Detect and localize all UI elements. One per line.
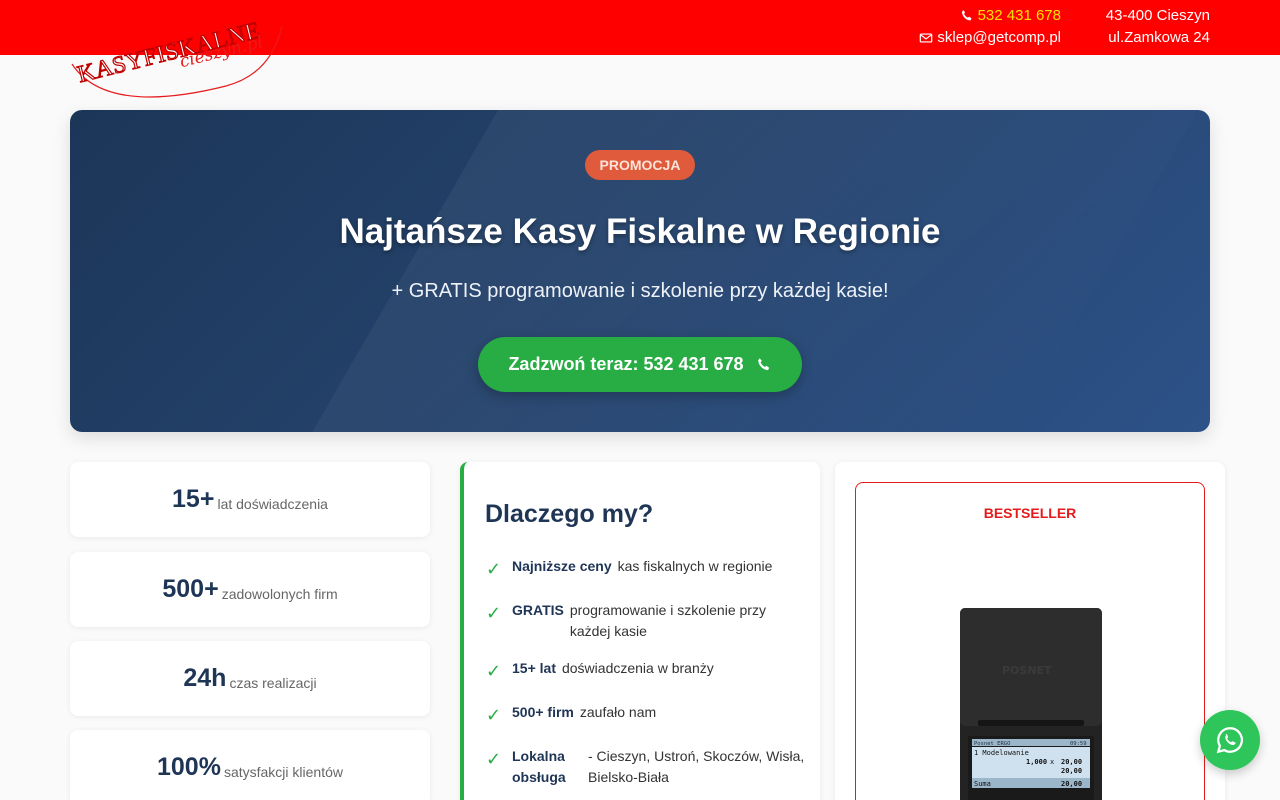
phone-icon (757, 357, 769, 370)
screen-price: 20,00 (1061, 758, 1082, 766)
email-address: sklep@getcomp.pl (937, 29, 1061, 46)
check-icon: ✓ (486, 603, 502, 623)
list-item: ✓ Najniższe ceny kas fiskalnych w region… (486, 556, 806, 580)
stat-number: 15+ (172, 485, 215, 513)
phone-link[interactable]: 532 431 678 (919, 5, 1061, 27)
screen-line1: 1 Modelowanie (974, 749, 1029, 757)
stat-card: 24h czas realizacji (70, 641, 430, 716)
product-image[interactable]: POSNET Posnet ERGO 09:59 1 Modelowanie 1… (960, 608, 1102, 800)
list-item: ✓ GRATIS programowanie i szkolenie przy … (486, 600, 806, 642)
stat-label: satysfakcji klientów (223, 763, 343, 780)
list-item: ✓ 15+ lat doświadczenia w branży (486, 658, 806, 682)
printer-brand: POSNET (1002, 664, 1052, 677)
address-city: 43-400 Cieszyn (1105, 7, 1210, 24)
list-item-text: doświadczenia w branży (561, 660, 714, 676)
address-street: ul.Zamkowa 24 (1108, 29, 1210, 46)
bestseller-badge: BESTSELLER (983, 505, 1077, 521)
hero-title: Najtańsze Kasy Fiskalne w Regionie (339, 212, 941, 251)
list-item: ✓ Lokalna obsługa - Cieszyn, Ustroń, Sko… (486, 746, 806, 788)
check-icon: ✓ (486, 559, 502, 579)
list-item-text: kas fiskalnych w regionie (617, 558, 773, 574)
stat-card: 100% satysfakcji klientów (70, 730, 430, 800)
screen-time: 09:59 (1070, 741, 1087, 747)
stat-card: 500+ zadowolonych firm (70, 552, 430, 627)
whatsapp-icon (1216, 727, 1244, 754)
stat-label: czas realizacji (229, 674, 317, 691)
screen-qty: 1,000 (1026, 758, 1047, 766)
envelope-icon (920, 33, 933, 43)
stat-number: 500+ (162, 575, 219, 603)
list-item-highlight: Lokalna obsługa (512, 748, 566, 785)
hero-banner: PROMOCJA Najtańsze Kasy Fiskalne w Regio… (70, 110, 1210, 432)
phone-number: 532 431 678 (977, 7, 1061, 24)
stat-number: 24h (183, 664, 227, 692)
screen-top: Posnet ERGO (974, 741, 1010, 747)
email-link[interactable]: sklep@getcomp.pl (919, 27, 1061, 49)
contact-info: 532 431 678 sklep@getcomp.pl (919, 5, 1061, 49)
site-logo[interactable]: KASYFISKALNE cieszyn.pl (66, 6, 288, 106)
address: 43-400 Cieszyn ul.Zamkowa 24 (1106, 5, 1210, 49)
why-us-title: Dlaczego my? (485, 500, 654, 528)
stat-label: zadowolonych firm (221, 585, 338, 602)
call-now-button[interactable]: Zadzwoń teraz: 532 431 678 (478, 337, 802, 392)
list-item-highlight: 500+ firm (512, 704, 574, 720)
phone-icon (961, 10, 972, 21)
why-us-card: Dlaczego my? ✓ Najniższe ceny kas fiskal… (460, 462, 820, 800)
list-item-highlight: Najniższe ceny (512, 558, 612, 574)
screen-total-label: Suma (974, 780, 991, 788)
stat-number: 100% (157, 753, 221, 781)
hero-subtitle: + GRATIS programowanie i szkolenie przy … (391, 280, 889, 302)
check-icon: ✓ (486, 705, 502, 725)
screen-x: x (1050, 758, 1054, 766)
promo-badge: PROMOCJA (585, 150, 695, 180)
product-card[interactable]: BESTSELLER POSNET Posnet ERGO 09:59 1 Mo… (835, 462, 1225, 800)
screen-price-2: 20,00 (1061, 767, 1082, 775)
stat-label: lat doświadczenia (217, 495, 328, 512)
call-now-label: Zadzwoń teraz: 532 431 678 (508, 354, 744, 374)
list-item: ✓ 500+ firm zaufało nam (486, 702, 806, 726)
whatsapp-button[interactable] (1200, 710, 1260, 770)
list-item-text: programowanie i szkolenie przy każdej ka… (569, 602, 766, 639)
list-item-text: - Cieszyn, Ustroń, Skoczów, Wisła, Biels… (588, 748, 805, 785)
stat-card: 15+ lat doświadczenia (70, 462, 430, 537)
check-icon: ✓ (486, 661, 502, 681)
list-item-highlight: GRATIS (512, 602, 564, 618)
product-frame: BESTSELLER POSNET Posnet ERGO 09:59 1 Mo… (855, 482, 1205, 800)
screen-total: 20,00 (1061, 780, 1082, 788)
list-item-text: zaufało nam (579, 704, 657, 720)
check-icon: ✓ (486, 749, 502, 769)
list-item-highlight: 15+ lat (512, 660, 556, 676)
